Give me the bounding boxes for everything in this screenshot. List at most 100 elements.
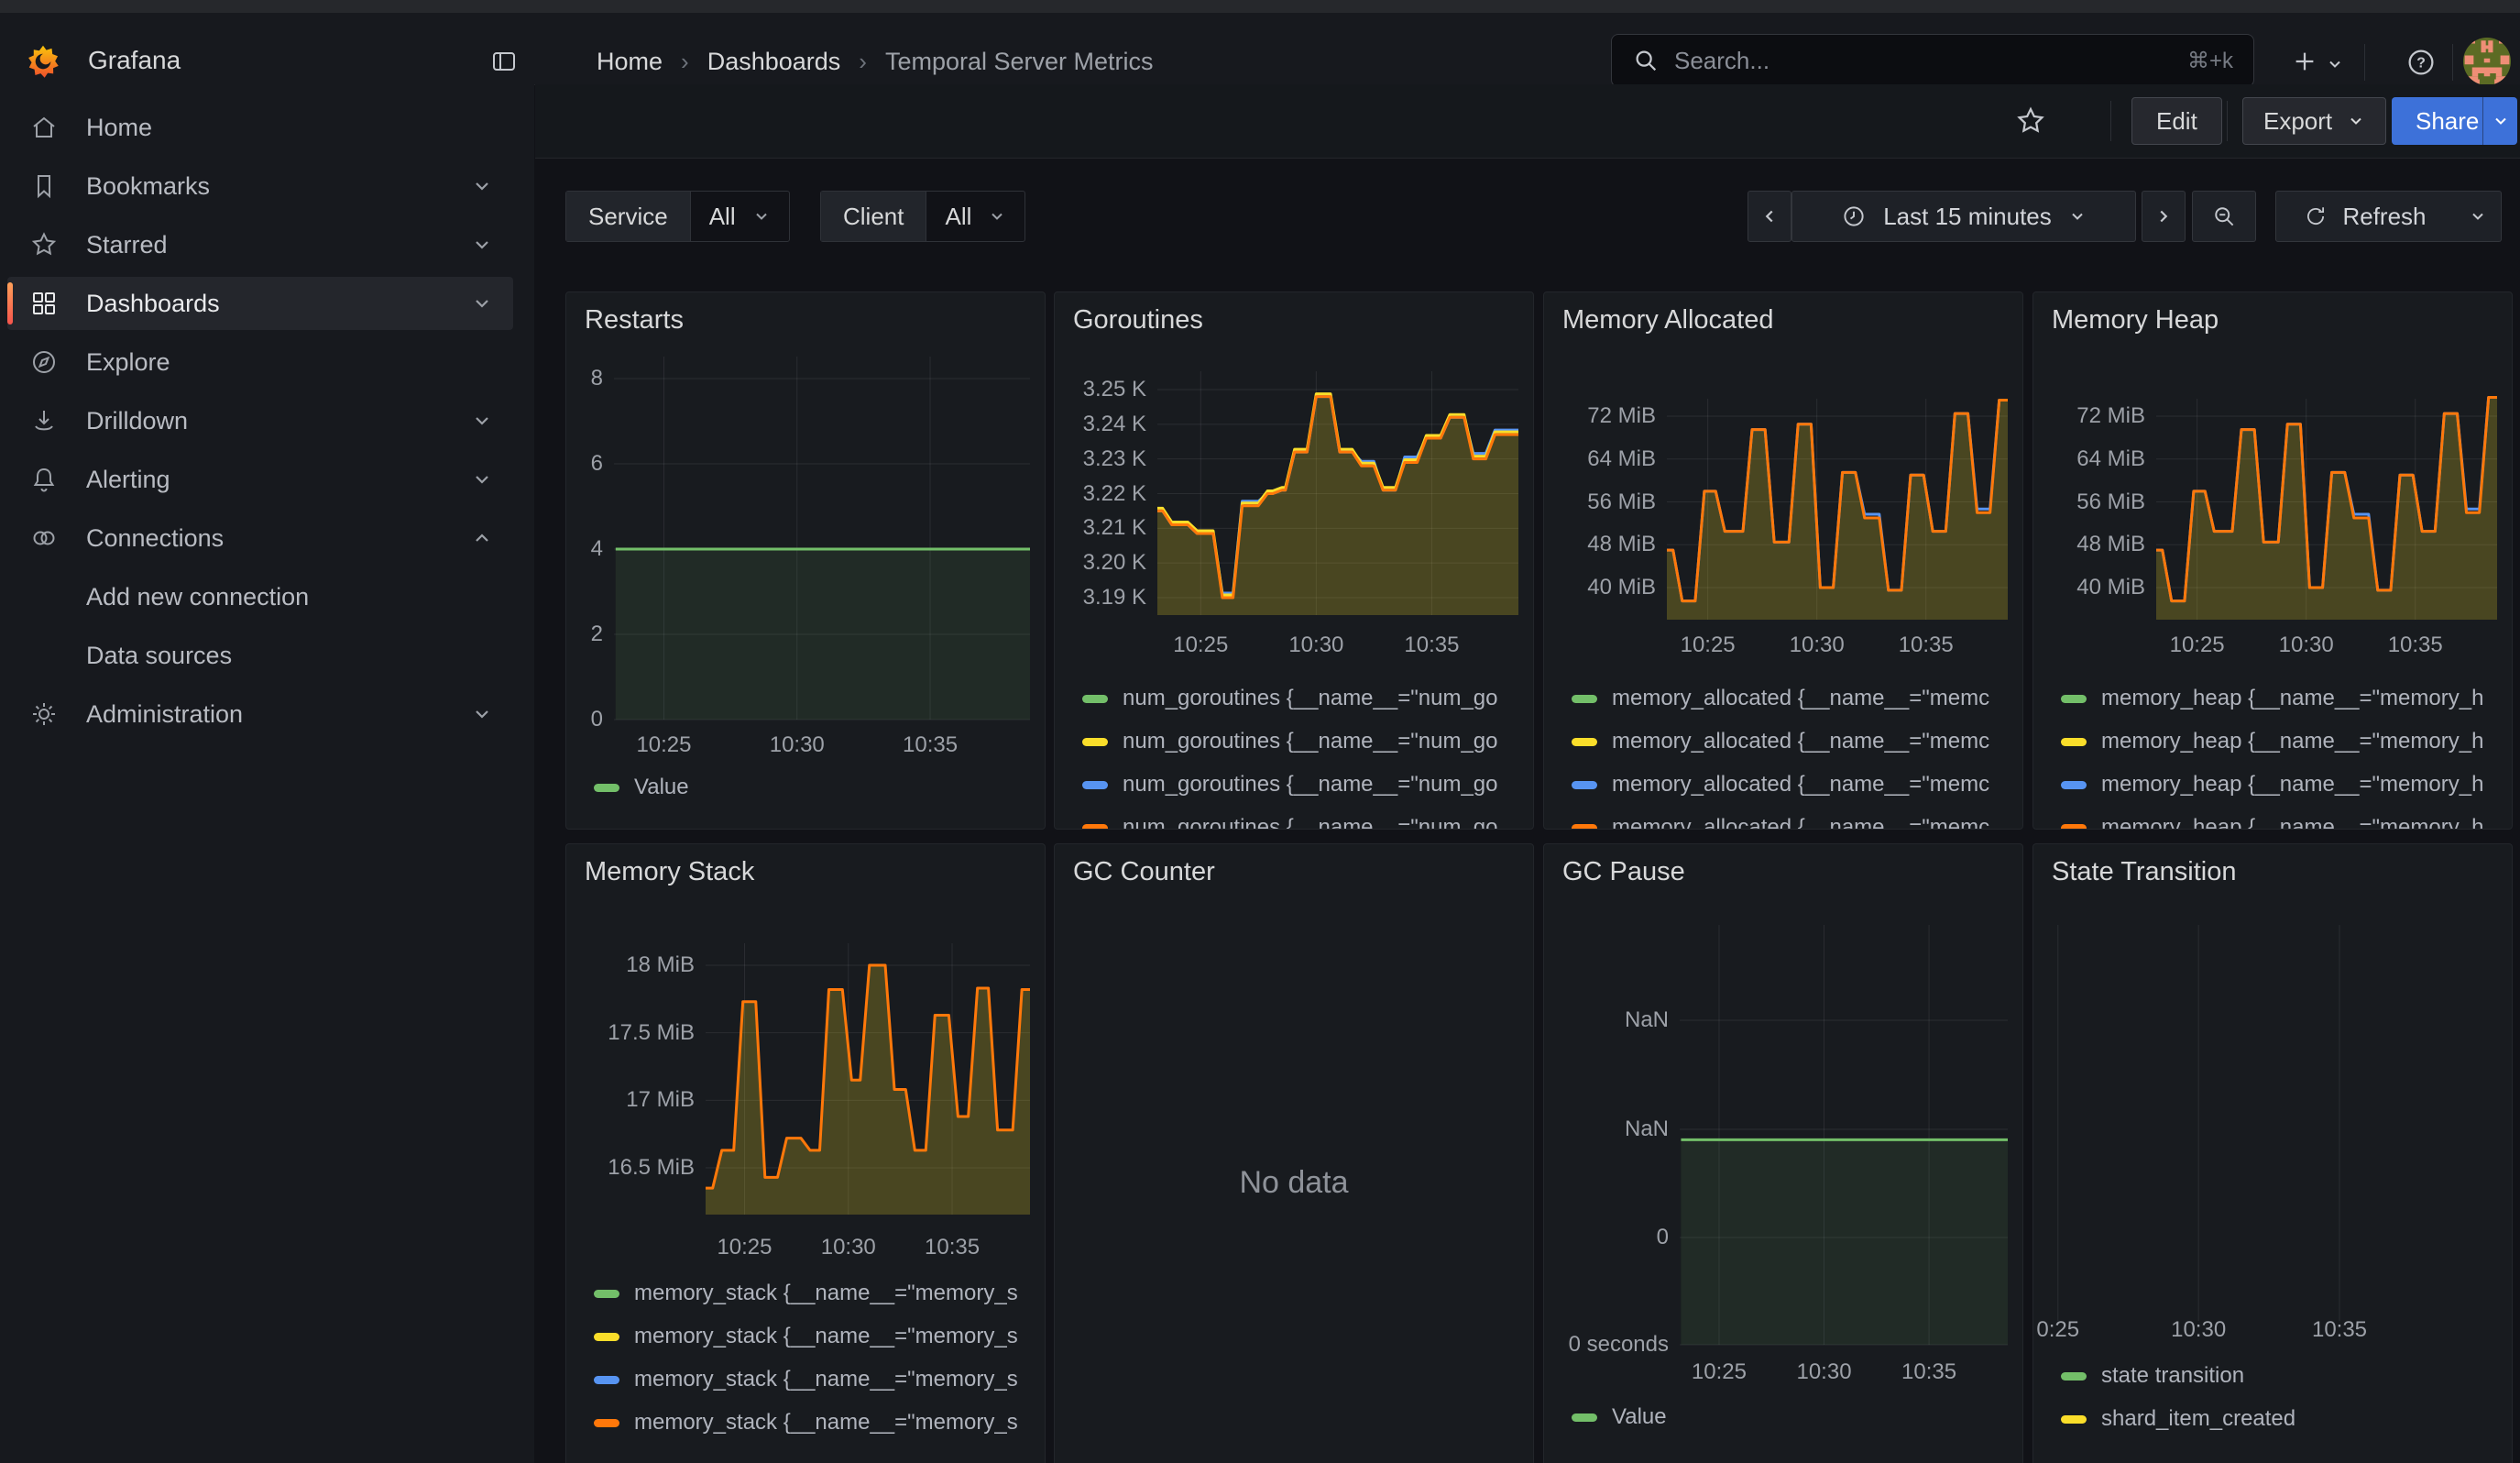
- legend-item[interactable]: memory_stack {__name__="memory_s: [594, 1409, 1034, 1436]
- x-axis-tick: 10:30: [2279, 632, 2334, 659]
- sidebar-item-connections[interactable]: Connections: [7, 512, 513, 565]
- sidebar-item-label: Bookmarks: [86, 172, 210, 201]
- favorite-star-icon[interactable]: [2014, 104, 2047, 138]
- active-indicator: [7, 282, 13, 324]
- legend-item[interactable]: memory_stack {__name__="memory_s: [594, 1280, 1034, 1307]
- chevron-down-icon[interactable]: [471, 234, 493, 256]
- y-axis-tick: 3.20 K: [1055, 549, 1146, 577]
- sidebar-toggle-icon[interactable]: [489, 47, 519, 76]
- legend-item[interactable]: state transition: [2061, 1362, 2501, 1390]
- export-button[interactable]: Export: [2242, 97, 2386, 145]
- legend-item[interactable]: memory_heap {__name__="memory_h: [2061, 685, 2501, 712]
- panel-legend: Value: [594, 774, 1034, 817]
- y-axis-tick: 40 MiB: [2033, 574, 2145, 601]
- chevron-down-icon: [2469, 207, 2487, 226]
- search-shortcut-badge: ⌘+k: [2187, 48, 2233, 74]
- chevron-down-icon[interactable]: [471, 703, 493, 725]
- legend-item[interactable]: memory_allocated {__name__="memc: [1572, 814, 2011, 830]
- x-axis-tick: 10:35: [925, 1234, 980, 1261]
- chevron-down-icon[interactable]: [471, 292, 493, 314]
- share-dropdown-button[interactable]: [2482, 97, 2517, 145]
- x-axis-tick: 10:35: [2312, 1316, 2367, 1344]
- legend-series-color: [2061, 1415, 2087, 1424]
- sidebar-item-dashboards[interactable]: Dashboards: [7, 277, 513, 330]
- legend-item[interactable]: memory_stack {__name__="memory_s: [594, 1323, 1034, 1350]
- legend-item[interactable]: num_goroutines {__name__="num_go: [1082, 685, 1522, 712]
- legend-series-color: [2061, 695, 2087, 703]
- zoom-out-button[interactable]: [2192, 191, 2256, 242]
- sidebar-item-administration[interactable]: Administration: [7, 688, 513, 741]
- sidebar-item-alerting[interactable]: Alerting: [7, 453, 513, 506]
- y-axis-tick: 16.5 MiB: [566, 1154, 695, 1182]
- legend-item[interactable]: memory_allocated {__name__="memc: [1572, 685, 2011, 712]
- sidebar-item-starred[interactable]: Starred: [7, 218, 513, 271]
- breadcrumb-dashboards[interactable]: Dashboards: [707, 48, 841, 76]
- legend-item[interactable]: num_goroutines {__name__="num_go: [1082, 728, 1522, 755]
- x-axis-tick: 10:30: [770, 732, 825, 759]
- y-axis-tick: 3.19 K: [1055, 584, 1146, 611]
- chevron-down-icon[interactable]: [471, 410, 493, 432]
- chevron-down-icon[interactable]: [471, 468, 493, 490]
- legend-item[interactable]: memory_allocated {__name__="memc: [1572, 771, 2011, 798]
- panel-goroutines: Goroutines 3.25 K3.24 K3.23 K3.22 K3.21 …: [1054, 292, 1534, 830]
- y-axis-tick: 48 MiB: [1544, 531, 1656, 558]
- legend-item[interactable]: num_goroutines {__name__="num_go: [1082, 771, 1522, 798]
- legend-series-color: [1082, 781, 1108, 789]
- sidebar-item-label: Administration: [86, 700, 243, 729]
- y-axis-tick: 17.5 MiB: [566, 1019, 695, 1047]
- grafana-logo-icon[interactable]: [26, 44, 60, 79]
- chevron-down-icon[interactable]: [2326, 55, 2344, 73]
- legend-item[interactable]: memory_stack {__name__="memory_s: [594, 1366, 1034, 1393]
- time-forward-button[interactable]: [2142, 191, 2186, 242]
- panel-gc-pause: GC Pause NaNNaN00 seconds10:2510:3010:35…: [1543, 843, 2023, 1463]
- sidebar-item-label: Dashboards: [86, 290, 220, 318]
- legend-series-color: [594, 1290, 619, 1298]
- compass-icon: [29, 347, 59, 377]
- panel-legend: state transition shard_item_created: [2061, 1362, 2501, 1448]
- service-filter[interactable]: Service All: [565, 191, 790, 242]
- x-axis-tick: 10:30: [2171, 1316, 2226, 1344]
- sidebar-item-drilldown[interactable]: Drilldown: [7, 394, 513, 447]
- legend-item[interactable]: shard_item_created: [2061, 1405, 2501, 1433]
- user-avatar[interactable]: [2463, 38, 2511, 85]
- legend-series-label: memory_stack {__name__="memory_s: [634, 1367, 1018, 1392]
- bell-icon: [29, 465, 59, 494]
- breadcrumb-home[interactable]: Home: [597, 48, 663, 76]
- x-axis-tick: 10:35: [1901, 1358, 1956, 1386]
- legend-item[interactable]: memory_heap {__name__="memory_h: [2061, 814, 2501, 830]
- add-new-button[interactable]: [2291, 48, 2318, 75]
- search-input[interactable]: Search... ⌘+k: [1611, 34, 2254, 87]
- y-axis-tick: 8: [566, 365, 603, 392]
- y-axis-tick: 4: [566, 535, 603, 563]
- sidebar-item-add-new-connection[interactable]: Add new connection: [7, 570, 592, 623]
- client-filter[interactable]: Client All: [820, 191, 1025, 242]
- refresh-interval-dropdown[interactable]: [2454, 191, 2502, 242]
- sidebar-item-data-sources[interactable]: Data sources: [7, 629, 592, 682]
- x-axis-tick: 10:25: [1692, 1358, 1747, 1386]
- sidebar-item-home[interactable]: Home: [7, 101, 513, 154]
- legend-item[interactable]: Value: [594, 774, 1034, 801]
- help-icon[interactable]: ?: [2405, 46, 2438, 79]
- legend-series-color: [594, 1376, 619, 1384]
- sidebar-item-explore[interactable]: Explore: [7, 336, 513, 389]
- sidebar-item-bookmarks[interactable]: Bookmarks: [7, 160, 513, 213]
- toolbar-divider: [2110, 101, 2111, 141]
- time-range-picker[interactable]: Last 15 minutes: [1791, 191, 2136, 242]
- y-axis-tick: 64 MiB: [1544, 446, 1656, 473]
- grafana-dashboard: Grafana Home › Dashboards › Temporal Ser…: [0, 0, 2520, 1463]
- legend-item[interactable]: memory_heap {__name__="memory_h: [2061, 728, 2501, 755]
- x-axis-tick: 10:25: [1681, 632, 1736, 659]
- legend-item[interactable]: memory_allocated {__name__="memc: [1572, 728, 2011, 755]
- legend-item[interactable]: memory_heap {__name__="memory_h: [2061, 771, 2501, 798]
- panel-title[interactable]: GC Counter: [1073, 857, 1215, 887]
- chevron-up-icon[interactable]: [471, 527, 493, 549]
- legend-series-color: [2061, 738, 2087, 746]
- chevron-down-icon[interactable]: [471, 175, 493, 197]
- legend-item[interactable]: num_goroutines {__name__="num_go: [1082, 814, 1522, 830]
- refresh-button[interactable]: Refresh: [2275, 191, 2455, 242]
- legend-series-color: [1572, 824, 1597, 830]
- time-back-button[interactable]: [1748, 191, 1791, 242]
- edit-button[interactable]: Edit: [2131, 97, 2222, 145]
- legend-item[interactable]: Value: [1572, 1403, 2011, 1431]
- panel-restarts: Restarts 8642010:2510:3010:35Value: [565, 292, 1046, 830]
